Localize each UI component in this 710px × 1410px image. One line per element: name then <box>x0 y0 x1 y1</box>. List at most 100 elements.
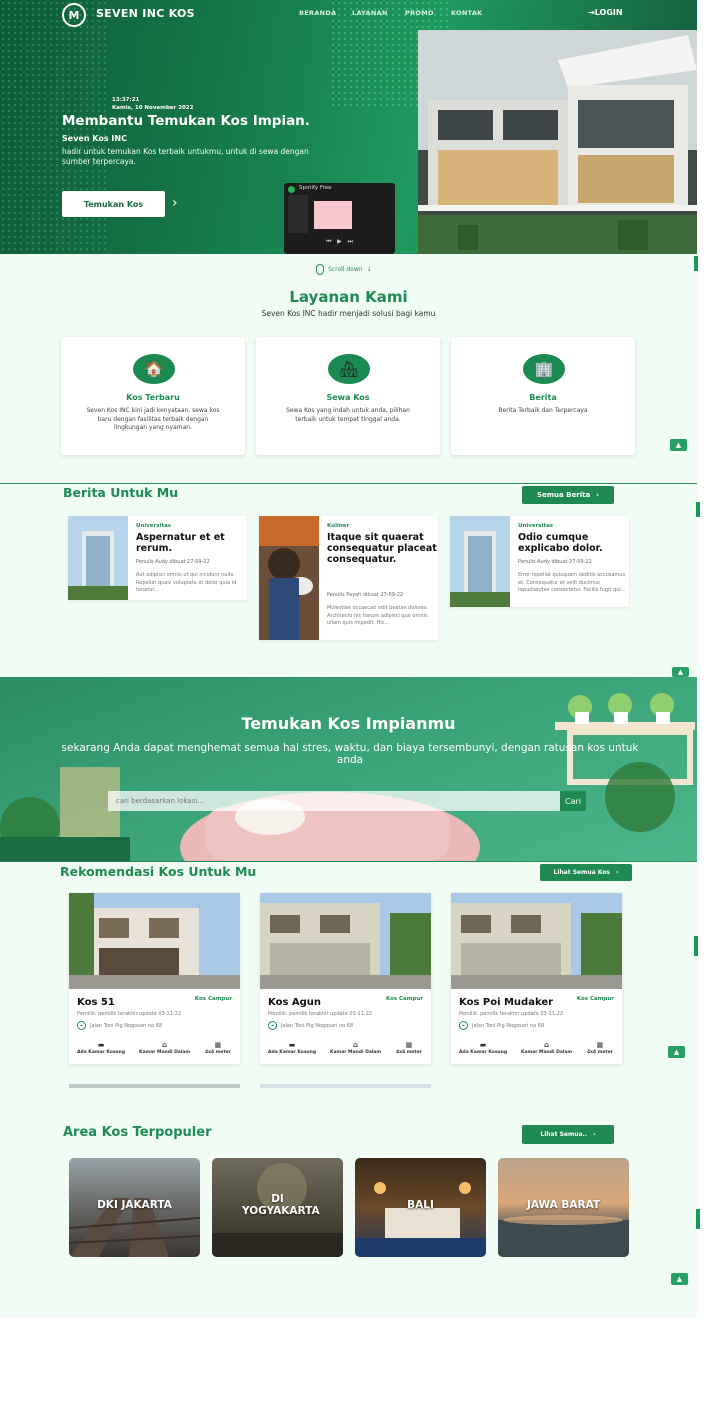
location-icon: ⌖ <box>77 1021 86 1030</box>
nav-item-layanan[interactable]: LAYANAN <box>352 9 388 17</box>
kos-type: Kos Campur <box>385 996 423 1002</box>
semua-berita-label: Semua Berita <box>536 491 591 499</box>
nav-item-beranda[interactable]: BERANDA <box>299 9 336 17</box>
temukan-kos-button[interactable]: Temukan Kos <box>62 191 165 217</box>
kos-type: Kos Campur <box>194 996 232 1002</box>
area-card-di-yogyakarta[interactable]: DI YOGYAKARTA <box>212 1158 343 1257</box>
facility-label: 4x4 meter <box>587 1050 613 1055</box>
semua-berita-button[interactable]: Semua Berita › <box>522 486 614 504</box>
search-title: Temukan Kos Impianmu <box>241 714 456 733</box>
news-card[interactable]: Universitas Aspernatur et et rerum. Penu… <box>68 516 247 600</box>
facility-bathroom: ⌂ Kamar Mandi Dalam <box>330 1041 381 1055</box>
facility-label: Kamar Mandi Dalam <box>330 1050 382 1055</box>
facility-label: Kamar Mandi Dalam <box>139 1050 191 1055</box>
kos-card[interactable]: Kos Agun Kos Campur Pemilik: pemilik ter… <box>260 893 431 1064</box>
area-card-dki-jakarta[interactable]: DKI JAKARTA <box>69 1158 200 1257</box>
lihat-semua-kos-label: Lihat Semua Kos <box>553 869 610 876</box>
news-card[interactable]: Universitas Odio cumque explicabo dolor.… <box>450 516 629 607</box>
hero-house-image <box>418 30 697 254</box>
back-to-top-button[interactable]: ▲ <box>671 1273 688 1285</box>
facility-room: ▬ Ada Kamar Kosong <box>77 1041 125 1055</box>
scroll-down-link[interactable]: Scroll down ↓ <box>316 264 372 275</box>
search-input[interactable] <box>108 791 560 811</box>
bath-icon: ⌂ <box>544 1041 550 1049</box>
hero-title: Membantu Temukan Kos Impian. <box>62 113 310 129</box>
news-card[interactable]: Kuliner Itaque sit quaerat consequatur p… <box>259 516 438 640</box>
section-divider <box>0 861 697 862</box>
news-title[interactable]: Aspernatur et et rerum. <box>136 532 250 554</box>
area-label: BALI <box>407 1199 434 1211</box>
scroll-indicator <box>696 502 700 517</box>
kos-name[interactable]: Kos Agun <box>268 997 321 1008</box>
news-title[interactable]: Itaque sit quaerat consequatur placeat c… <box>327 532 441 565</box>
service-title: Berita <box>529 393 557 402</box>
facility-room: ▬ Ada Kamar Kosong <box>268 1041 316 1055</box>
facility-room: ▬ Ada Kamar Kosong <box>459 1041 507 1055</box>
house-icon: 🏠 <box>133 354 175 384</box>
facility-label: 4x4 meter <box>205 1050 231 1055</box>
back-to-top-button[interactable]: ▲ <box>670 439 687 451</box>
chevron-right-icon: › <box>596 491 600 499</box>
facility-size: ▦ 4x4 meter <box>396 1041 422 1055</box>
mouse-icon <box>316 264 324 275</box>
scroll-indicator <box>696 1209 700 1229</box>
area-card-bali[interactable]: BALI <box>355 1158 486 1257</box>
service-card-kos-terbaru[interactable]: 🏠 Kos Terbaru Seven Kos INC kini jadi ke… <box>61 337 245 455</box>
news-image-child <box>259 516 319 640</box>
area-card-jawa-barat[interactable]: JAWA BARAT <box>498 1158 629 1257</box>
location-icon: ⌖ <box>268 1021 277 1030</box>
service-card-sewa-kos[interactable]: 🏘 Sewa Kos Sewa Kos yang indah untuk and… <box>256 337 440 455</box>
player-album-art <box>314 201 352 229</box>
spotify-player-widget[interactable]: Spotify Free ⏮ ▶ ⏭ <box>284 183 395 254</box>
player-sidebar <box>288 195 308 233</box>
brand-name[interactable]: SEVEN INC KOS <box>96 7 195 20</box>
nav-item-kontak[interactable]: KONTAK <box>451 9 483 17</box>
news-meta: Penulis Audy dibuat 27-09-22 <box>136 559 210 565</box>
nav-item-promo[interactable]: PROMO <box>405 9 434 17</box>
news-title[interactable]: Odio cumque explicabo dolor. <box>518 532 632 554</box>
kos-image <box>451 893 622 989</box>
news-excerpt: Aut adipisci omnis ut qui incidunt nulla… <box>136 572 237 593</box>
kos-meta: Pemilik: pemilik terakhir update 03-11-2… <box>459 1011 564 1017</box>
back-to-top-button[interactable]: ▲ <box>672 667 689 677</box>
back-to-top-button[interactable]: ▲ <box>668 1046 685 1058</box>
lihat-semua-area-button[interactable]: Lihat Semua.. › <box>522 1125 614 1144</box>
rent-icon: 🏘 <box>328 354 370 384</box>
service-card-berita[interactable]: 🏢 Berita Berita Terbaik dan Terpercaya <box>451 337 635 455</box>
banner-room-illustration <box>0 693 695 861</box>
lihat-semua-kos-button[interactable]: Lihat Semua Kos › <box>540 864 632 881</box>
player-controls[interactable]: ⏮ ▶ ⏭ <box>284 238 395 246</box>
bed-icon: ▬ <box>288 1041 296 1049</box>
news-image-building <box>450 516 510 607</box>
service-title: Kos Terbaru <box>126 393 180 402</box>
kos-address: ⌖ Jalan Toni Pig Nogosari no 68 <box>459 1021 544 1030</box>
brand-logo-icon[interactable]: M <box>62 3 86 27</box>
hero-clock: 13:37:21 Kamis, 10 November 2022 <box>112 96 193 112</box>
player-title: Spotify Free <box>299 185 332 191</box>
kos-address-text: Jalan Toni Pig Nogosari no 68 <box>472 1022 545 1029</box>
search-button[interactable]: Cari <box>560 791 586 811</box>
chevron-right-icon[interactable]: › <box>172 195 178 211</box>
login-button[interactable]: ⇥LOGIN <box>588 8 623 17</box>
spotify-icon <box>288 186 295 193</box>
facility-label: Kamar Mandi Dalam <box>521 1050 573 1055</box>
layanan-subtitle: Seven Kos INC hadir menjadi solusi bagi … <box>261 309 436 318</box>
arrow-down-icon: ↓ <box>366 266 372 273</box>
news-category: Universitas <box>136 523 172 529</box>
news-category: Universitas <box>518 523 554 529</box>
facility-label: Ada Kamar Kosong <box>77 1050 126 1055</box>
kos-card[interactable]: Kos 51 Kos Campur Pemilik: pemilik terak… <box>69 893 240 1064</box>
kos-name[interactable]: Kos 51 <box>77 997 115 1008</box>
hero-subtitle: Seven Kos INC <box>62 134 127 143</box>
chevron-right-icon: › <box>615 869 619 876</box>
facility-label: Ada Kamar Kosong <box>459 1050 508 1055</box>
service-desc: Berita Terbaik dan Terpercaya <box>498 407 588 414</box>
location-icon: ⌖ <box>459 1021 468 1030</box>
bed-icon: ▬ <box>479 1041 487 1049</box>
kos-name[interactable]: Kos Poi Mudaker <box>459 997 553 1008</box>
clock-time: 13:37:21 <box>112 97 140 103</box>
news-excerpt: Molestiae occaecati odit beatae dolores.… <box>327 605 429 626</box>
kos-card[interactable]: Kos Poi Mudaker Kos Campur Pemilik: pemi… <box>451 893 622 1064</box>
ruler-icon: ▦ <box>405 1041 413 1049</box>
rekomendasi-title: Rekomendasi Kos Untuk Mu <box>60 864 257 879</box>
